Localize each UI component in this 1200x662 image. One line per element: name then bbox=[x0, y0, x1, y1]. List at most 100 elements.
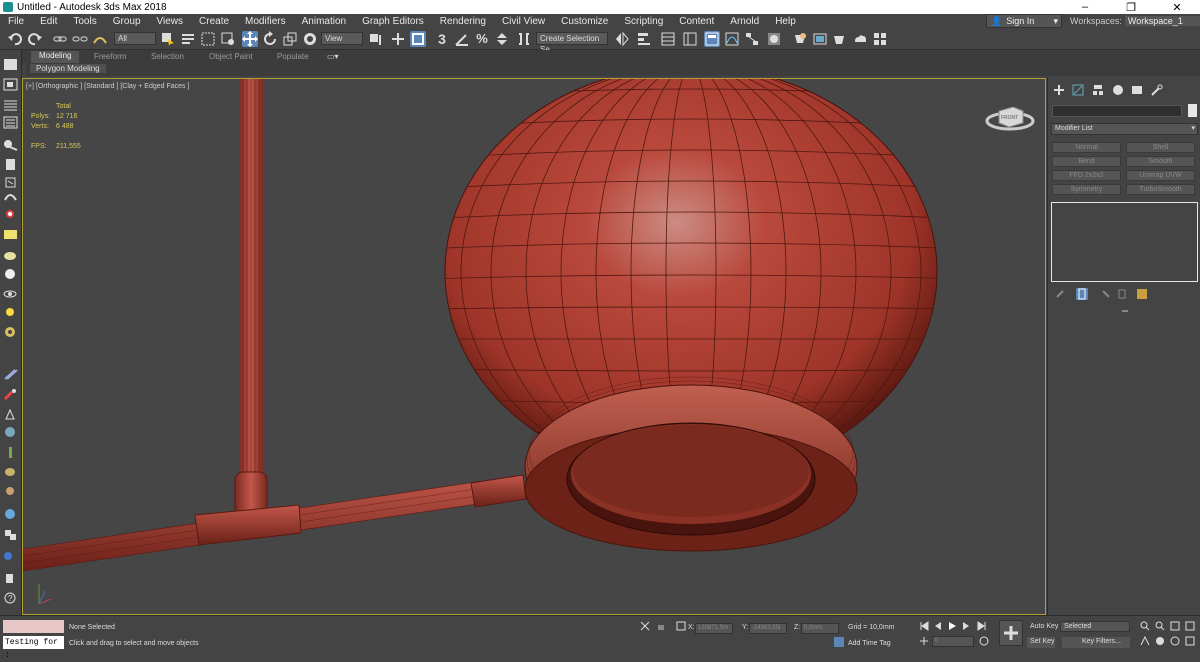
viewport-orthographic[interactable]: [+] [Orthographic ] [Standard ] [Clay + … bbox=[22, 78, 1046, 615]
menu-tools[interactable]: Tools bbox=[65, 16, 104, 27]
maximize-viewport-icon[interactable] bbox=[1185, 636, 1195, 646]
play-icon[interactable] bbox=[947, 621, 957, 631]
previous-frame-icon[interactable] bbox=[933, 621, 943, 631]
tab-selection[interactable]: Selection bbox=[151, 52, 184, 61]
hierarchy-tab-icon[interactable] bbox=[1091, 84, 1105, 96]
maximize-button[interactable]: ❐ bbox=[1108, 1, 1154, 14]
tab-populate[interactable]: Populate bbox=[277, 52, 309, 61]
menu-group[interactable]: Group bbox=[105, 16, 149, 27]
redo-icon[interactable] bbox=[27, 31, 43, 47]
menu-scripting[interactable]: Scripting bbox=[616, 16, 671, 27]
remove-modifier-icon[interactable] bbox=[1116, 288, 1128, 300]
menu-help[interactable]: Help bbox=[767, 16, 804, 27]
menu-arnold[interactable]: Arnold bbox=[722, 16, 767, 27]
undo-icon[interactable] bbox=[7, 31, 23, 47]
menu-civil-view[interactable]: Civil View bbox=[494, 16, 553, 27]
y-coordinate-field[interactable]: -14363,55l bbox=[749, 623, 787, 634]
material-editor-icon[interactable] bbox=[766, 31, 782, 47]
scene-explorer-icon[interactable] bbox=[3, 78, 18, 91]
key-filters-button[interactable]: Key Filters... bbox=[1062, 637, 1130, 648]
zoom-all-icon[interactable] bbox=[1155, 621, 1165, 631]
angle-snap-icon[interactable] bbox=[454, 31, 470, 47]
menu-views[interactable]: Views bbox=[149, 16, 192, 27]
modifier-list-dropdown[interactable]: Modifier List ▾ bbox=[1051, 123, 1198, 135]
select-object-icon[interactable] bbox=[160, 31, 176, 47]
zoom-icon[interactable] bbox=[1140, 621, 1150, 631]
display-particles-icon[interactable] bbox=[3, 288, 18, 301]
modifier-smooth-button[interactable]: Smooth bbox=[1126, 156, 1195, 167]
panel-resize-handle[interactable] bbox=[1122, 310, 1128, 312]
modifier-ffd-button[interactable]: FFD 2x2x2 bbox=[1052, 170, 1121, 181]
display-layers-icon[interactable] bbox=[3, 572, 18, 585]
select-manipulate-icon[interactable] bbox=[390, 31, 406, 47]
display-properties-icon[interactable] bbox=[3, 528, 18, 541]
spinner-snap-icon[interactable] bbox=[494, 31, 510, 47]
goto-start-icon[interactable] bbox=[919, 621, 929, 631]
selection-lock-icon[interactable] bbox=[656, 621, 666, 631]
selection-filter-dropdown[interactable]: All bbox=[114, 32, 156, 45]
z-coordinate-field[interactable]: 0,0mm bbox=[801, 623, 839, 634]
time-tag-icon[interactable] bbox=[834, 637, 844, 647]
mirror-icon[interactable] bbox=[614, 31, 630, 47]
absolute-mode-icon[interactable] bbox=[676, 621, 686, 631]
field-of-view-icon[interactable] bbox=[1140, 635, 1150, 646]
tab-freeform[interactable]: Freeform bbox=[94, 52, 126, 61]
menu-rendering[interactable]: Rendering bbox=[432, 16, 494, 27]
tab-object-paint[interactable]: Object Paint bbox=[209, 52, 253, 61]
percent-snap-icon[interactable]: % bbox=[474, 31, 490, 47]
render-production-icon[interactable] bbox=[832, 31, 848, 47]
menu-animation[interactable]: Animation bbox=[294, 16, 354, 27]
display-container-icon[interactable] bbox=[3, 388, 18, 401]
time-configuration-icon[interactable] bbox=[979, 636, 989, 646]
sign-in-dropdown[interactable]: 👤 Sign In ▾ bbox=[986, 14, 1062, 28]
keyboard-shortcut-override-icon[interactable] bbox=[410, 31, 426, 47]
modifier-shell-button[interactable]: Shell bbox=[1126, 142, 1195, 153]
display-all-icon[interactable] bbox=[3, 158, 18, 171]
next-frame-icon[interactable] bbox=[961, 621, 971, 631]
orbit-icon[interactable] bbox=[1170, 636, 1180, 646]
edit-named-selection-icon[interactable] bbox=[516, 31, 532, 47]
schematic-view-icon[interactable] bbox=[744, 31, 760, 47]
modifier-normal-button[interactable]: Normal bbox=[1052, 142, 1121, 153]
curve-editor-icon[interactable] bbox=[724, 31, 740, 47]
display-cameras-icon[interactable] bbox=[3, 228, 18, 241]
rendered-frame-window-icon[interactable] bbox=[812, 31, 828, 47]
current-frame-field[interactable]: 0 bbox=[932, 636, 974, 647]
ribbon-options-icon[interactable]: ▭▾ bbox=[327, 52, 339, 61]
goto-end-icon[interactable] bbox=[977, 621, 987, 631]
add-time-tag-button[interactable]: Add Time Tag bbox=[848, 640, 891, 647]
isolate-selection-icon[interactable] bbox=[640, 621, 650, 631]
reference-coordinate-dropdown[interactable]: View bbox=[321, 32, 363, 45]
viewport-label[interactable]: [+] [Orthographic ] [Standard ] [Clay + … bbox=[26, 83, 189, 90]
render-setup-icon[interactable] bbox=[792, 31, 808, 47]
place-icon[interactable] bbox=[302, 31, 318, 47]
maxscript-listener-mini[interactable] bbox=[3, 620, 64, 633]
viewcube[interactable]: FRONT bbox=[985, 99, 1035, 135]
bind-space-warp-icon[interactable] bbox=[92, 31, 108, 47]
object-name-input[interactable] bbox=[1052, 105, 1182, 117]
key-mode-icon[interactable] bbox=[919, 636, 929, 646]
window-crossing-icon[interactable] bbox=[220, 31, 236, 47]
unlink-icon[interactable] bbox=[72, 31, 88, 47]
menu-modifiers[interactable]: Modifiers bbox=[237, 16, 294, 27]
configure-modifier-sets-icon[interactable] bbox=[1136, 288, 1148, 300]
rectangle-selection-icon[interactable] bbox=[200, 31, 216, 47]
snaps-toggle-icon[interactable]: 3 bbox=[434, 31, 450, 47]
display-frozen-icon[interactable] bbox=[3, 326, 18, 339]
modifier-unwrap-uvw-button[interactable]: Unwrap UVW bbox=[1126, 170, 1195, 181]
toggle-ribbon-icon[interactable] bbox=[704, 31, 720, 47]
sort-icon[interactable] bbox=[3, 116, 18, 129]
workspace-dropdown[interactable]: Workspace_1 bbox=[1124, 16, 1200, 26]
sphere-shading-icon[interactable] bbox=[3, 508, 18, 521]
menu-create[interactable]: Create bbox=[191, 16, 237, 27]
cactus-icon[interactable] bbox=[3, 446, 18, 459]
close-button[interactable]: ✕ bbox=[1154, 1, 1200, 14]
menu-edit[interactable]: Edit bbox=[32, 16, 65, 27]
menu-customize[interactable]: Customize bbox=[553, 16, 616, 27]
display-tab-icon[interactable] bbox=[1130, 84, 1144, 96]
hand-icon[interactable] bbox=[3, 484, 18, 497]
modifier-bend-button[interactable]: Bend bbox=[1052, 156, 1121, 167]
modify-tab-icon[interactable] bbox=[1071, 84, 1085, 96]
create-selection-icon[interactable] bbox=[3, 58, 18, 71]
display-bone-icon[interactable] bbox=[3, 306, 18, 319]
